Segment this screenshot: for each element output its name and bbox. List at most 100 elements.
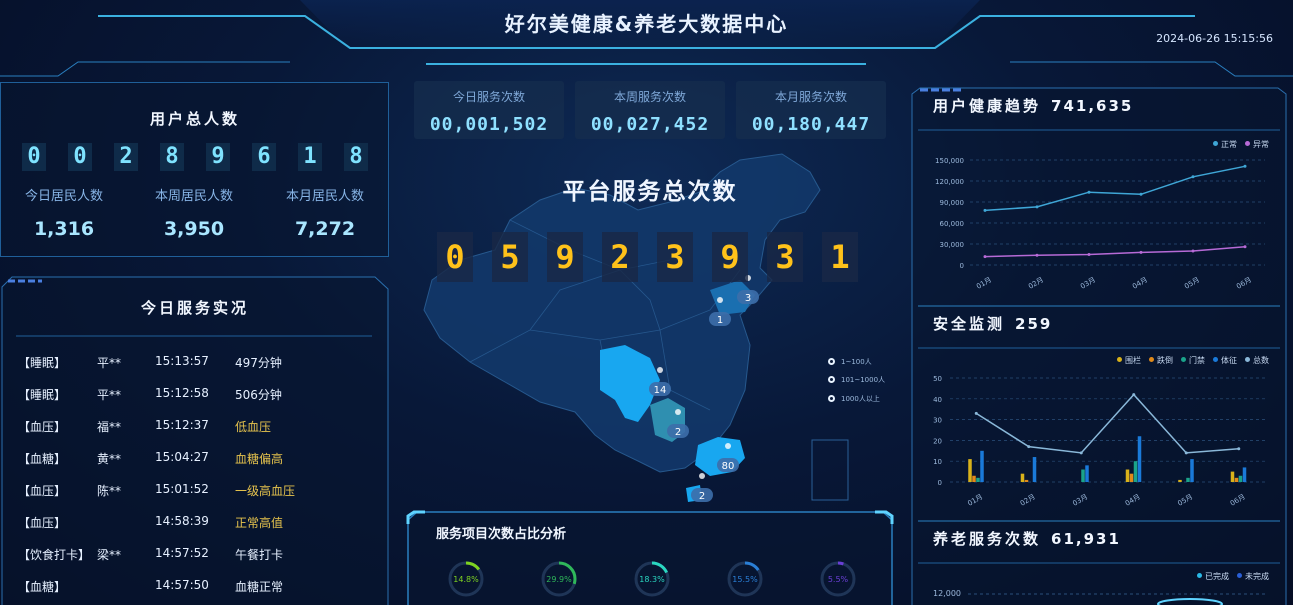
x-tick-label: 06月 <box>1229 493 1247 508</box>
service-type: 【睡眠】 <box>18 388 67 402</box>
bar[interactable] <box>1133 461 1138 482</box>
bar[interactable] <box>1242 467 1247 482</box>
bar[interactable] <box>1238 475 1243 482</box>
legend-dot-icon <box>1213 141 1218 146</box>
data-point[interactable] <box>1027 445 1031 449</box>
user-digit: 8 <box>344 143 368 171</box>
bar[interactable] <box>1230 471 1235 482</box>
gauge-label: 5.5% <box>828 575 849 584</box>
legend-incomplete: 未完成 <box>1237 571 1269 582</box>
service-row: 【血压】 福** 15:12:37 低血压 <box>18 418 378 438</box>
y-tick-label: 150,000 <box>935 157 964 165</box>
map-marker-dot <box>675 409 681 415</box>
bar[interactable] <box>1190 459 1194 482</box>
data-point[interactable] <box>1139 192 1143 196</box>
health-trend-legend: 正常 异常 <box>1213 139 1269 150</box>
x-tick-label: 05月 <box>1183 276 1201 291</box>
x-tick-label: 04月 <box>1131 276 1149 291</box>
bar[interactable] <box>1129 473 1134 482</box>
service-user: 平** <box>97 388 122 402</box>
data-point[interactable] <box>1087 253 1091 256</box>
service-time: 14:57:52 <box>155 546 209 560</box>
elderly-service-title: 养老服务次数 61,931 <box>933 528 1121 549</box>
gauge-label: 18.3% <box>639 575 665 584</box>
service-time: 15:12:58 <box>155 386 209 400</box>
safety-chart: 50 40 30 20 10 0 01月 02月 03月 04月 05月 06月 <box>933 375 1265 508</box>
legend-label: 正常 <box>1221 140 1237 149</box>
data-point[interactable] <box>1191 175 1195 179</box>
y-tick-label: 40 <box>933 396 942 404</box>
data-point[interactable] <box>974 411 978 415</box>
stat-value: 3,950 <box>163 218 225 240</box>
service-user: 黄** <box>97 452 122 466</box>
counter-today: 今日服务次数 00,001,502 <box>414 81 564 139</box>
bar[interactable] <box>1085 465 1089 482</box>
legend-label: 已完成 <box>1205 572 1229 581</box>
bar[interactable] <box>1032 457 1037 482</box>
service-result: 497分钟 <box>235 356 282 370</box>
data-point[interactable] <box>1243 245 1247 249</box>
counter-value: 00,180,447 <box>751 114 871 135</box>
counter-week: 本周服务次数 00,027,452 <box>575 81 725 139</box>
service-time: 15:13:57 <box>155 354 209 368</box>
legend-label: 门禁 <box>1189 356 1205 365</box>
data-point[interactable] <box>1191 249 1195 253</box>
service-time: 14:58:39 <box>155 514 209 528</box>
legend-label: 跌倒 <box>1157 356 1173 365</box>
x-tick-label: 02月 <box>1019 493 1037 508</box>
platform-digit: 3 <box>657 232 693 282</box>
data-point[interactable] <box>1035 253 1039 257</box>
user-digit: 1 <box>298 143 322 171</box>
map-marker-value: 1 <box>717 315 723 326</box>
map-legend-medium: 101~1000人 <box>828 375 885 385</box>
bar[interactable] <box>1024 479 1029 482</box>
service-row: 【睡眠】 平** 15:13:57 497分钟 <box>18 354 378 374</box>
gauge[interactable]: 5.5% <box>820 561 856 597</box>
gauge[interactable]: 15.5% <box>727 561 763 597</box>
data-point[interactable] <box>1035 205 1039 209</box>
stat-value: 7,272 <box>294 218 356 240</box>
data-point[interactable] <box>1184 451 1188 455</box>
bar[interactable] <box>1178 479 1182 482</box>
x-tick-label: 01月 <box>966 493 984 508</box>
legend-dot-icon <box>828 376 835 383</box>
gauge[interactable]: 14.8% <box>448 561 484 597</box>
bar[interactable] <box>972 475 976 482</box>
stat-label: 今日居民人数 <box>24 189 103 204</box>
data-point[interactable] <box>1132 393 1136 397</box>
data-point[interactable] <box>1243 164 1247 168</box>
data-point[interactable] <box>983 208 987 212</box>
map-legend-small: 1~100人 <box>828 357 872 367</box>
legend-fence: 围栏 <box>1117 355 1141 366</box>
data-point[interactable] <box>1079 451 1083 455</box>
bar[interactable] <box>980 450 984 482</box>
bar[interactable] <box>1081 469 1085 482</box>
bar[interactable] <box>1234 477 1239 482</box>
service-time: 14:57:50 <box>155 578 209 592</box>
bar[interactable] <box>1125 469 1130 482</box>
bar[interactable] <box>1020 473 1025 482</box>
x-tick-label: 04月 <box>1124 493 1142 508</box>
gauge[interactable]: 29.9% <box>541 561 577 597</box>
data-point[interactable] <box>1087 190 1091 194</box>
elderly-service-total: 61,931 <box>1051 530 1121 548</box>
service-result: 正常高值 <box>235 516 284 530</box>
map-marker-value: 14 <box>654 385 667 396</box>
data-point[interactable] <box>983 255 987 259</box>
elderly-service-label: 养老服务次数 <box>933 530 1042 548</box>
legend-label: 体征 <box>1221 356 1237 365</box>
gauge[interactable]: 18.3% <box>634 561 670 597</box>
bar[interactable] <box>968 459 972 482</box>
elderly-chart-stub <box>968 593 1268 605</box>
legend-dot-icon <box>1197 573 1202 578</box>
stat-today-residents: 今日居民人数 1,316 <box>4 185 124 240</box>
safety-title: 安全监测 259 <box>933 313 1052 334</box>
counter-value: 00,027,452 <box>590 114 710 135</box>
legend-dot-icon <box>828 395 835 402</box>
data-point[interactable] <box>1139 250 1143 254</box>
data-point[interactable] <box>1237 447 1241 451</box>
bar[interactable] <box>976 477 980 482</box>
stat-week-residents: 本周居民人数 3,950 <box>134 185 254 240</box>
bar[interactable] <box>1137 436 1142 482</box>
bar[interactable] <box>1186 477 1190 482</box>
